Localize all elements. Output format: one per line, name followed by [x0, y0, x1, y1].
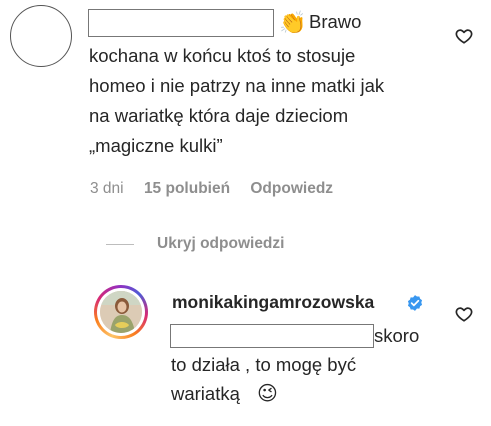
winking-face-emoji: 😉 [257, 383, 278, 405]
comment-text-line-2: kochana w końcu ktoś to stosuje [89, 45, 356, 66]
comment-likes[interactable]: 15 polubień [144, 180, 230, 197]
redacted-mention[interactable] [170, 324, 374, 348]
reply-text-line-3: wariatką [171, 383, 240, 404]
profile-photo [100, 291, 142, 333]
commenter-avatar[interactable] [10, 5, 72, 67]
reply-text-first-line: skoro [374, 325, 420, 346]
heart-outline-icon[interactable] [455, 305, 473, 323]
reply-avatar[interactable] [94, 285, 148, 339]
reply-username[interactable]: monikakingamrozowska [172, 292, 374, 313]
clapping-hands-emoji: 👏 [279, 10, 307, 35]
comment-meta: 3 dni 15 polubień Odpowiedz [90, 180, 333, 198]
hide-replies-button[interactable]: Ukryj odpowiedzi [157, 235, 284, 253]
comment-text-line-5: „magiczne kulki” [89, 135, 223, 156]
redacted-username[interactable] [88, 9, 274, 37]
comment-text-line-4: na wariatkę która daje dzieciom [89, 105, 349, 126]
comment-text-first-line: Brawo [309, 11, 362, 32]
comment-text-line-3: homeo i nie patrzy na inne matki jak [89, 75, 385, 96]
replies-divider [106, 244, 134, 245]
reply-text-line-2: to działa , to mogę być [171, 354, 357, 375]
heart-outline-icon[interactable] [455, 27, 473, 45]
comment-time: 3 dni [90, 180, 124, 197]
reply-button[interactable]: Odpowiedz [250, 180, 333, 197]
verified-badge-icon [407, 295, 423, 311]
